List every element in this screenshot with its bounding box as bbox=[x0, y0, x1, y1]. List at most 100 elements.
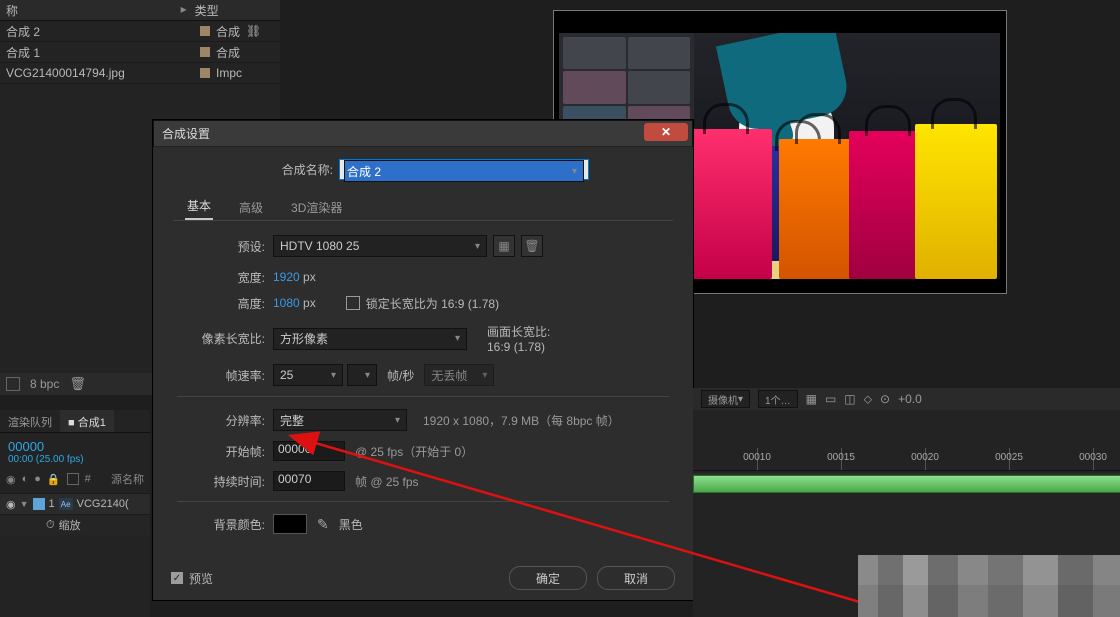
resolution-info: 1920 x 1080，7.9 MB（每 8bpc 帧） bbox=[423, 412, 620, 429]
view-count-select[interactable]: 1个… bbox=[758, 390, 798, 408]
bgcolor-swatch[interactable] bbox=[273, 514, 307, 534]
project-col-name[interactable]: 称 bbox=[0, 2, 177, 19]
property-name: 缩放 bbox=[59, 517, 81, 533]
tab-render-queue[interactable]: 渲染队列 bbox=[0, 410, 60, 432]
source-name-header[interactable]: 源名称 bbox=[111, 471, 144, 487]
preset-select[interactable]: HDTV 1080 25 bbox=[273, 235, 487, 257]
ok-button[interactable]: 确定 bbox=[509, 566, 587, 590]
label-swatch bbox=[200, 47, 210, 57]
par-label: 像素长宽比: bbox=[177, 330, 265, 347]
interpret-footage-icon[interactable] bbox=[6, 377, 20, 391]
eye-icon[interactable]: ◉ bbox=[6, 473, 16, 486]
project-item-name: 合成 1 bbox=[0, 44, 186, 61]
hash-icon: # bbox=[85, 473, 91, 485]
frame-aspect-value: 16:9 (1.78) bbox=[487, 340, 550, 354]
ruler-tick: 00015 bbox=[827, 452, 855, 463]
fps-dropdown-icon[interactable] bbox=[347, 364, 377, 386]
duration-input[interactable]: 00070 bbox=[273, 471, 345, 491]
tab-basic[interactable]: 基本 bbox=[185, 193, 213, 220]
grid-icon[interactable]: ▦ bbox=[806, 392, 817, 406]
audio-icon[interactable]: ◐ bbox=[22, 473, 29, 485]
property-row[interactable]: ⏱ 缩放 bbox=[0, 514, 150, 535]
active-camera-select[interactable]: 摄像机 ▾ bbox=[701, 390, 750, 408]
close-icon[interactable]: ✕ bbox=[644, 123, 688, 141]
save-preset-icon[interactable]: ▦ bbox=[493, 235, 515, 257]
region-icon[interactable]: ▭ bbox=[825, 392, 836, 406]
ruler-tick: 00030 bbox=[1079, 452, 1107, 463]
label-icon[interactable] bbox=[67, 473, 79, 485]
exposure-icon[interactable]: ⊙ bbox=[880, 392, 890, 406]
ruler-tick: 00025 bbox=[995, 452, 1023, 463]
composition-settings-dialog: 合成设置 ✕ 合成名称: 合成 2 基本 高级 3D渲染器 预设: HDTV 1… bbox=[153, 120, 693, 600]
lock-icon[interactable]: 🔒 bbox=[47, 473, 61, 486]
fps-unit: 帧/秒 bbox=[387, 367, 414, 384]
censored-region bbox=[858, 555, 1120, 617]
project-item-name: 合成 2 bbox=[0, 23, 186, 40]
current-time-sub: 00:00 (25.00 fps) bbox=[0, 454, 150, 465]
layer-track[interactable] bbox=[693, 473, 1120, 493]
height-unit: px bbox=[303, 296, 316, 310]
par-select[interactable]: 方形像素 bbox=[273, 328, 467, 350]
trash-icon[interactable]: 🗑 bbox=[69, 376, 86, 392]
project-item-name: VCG21400014794.jpg bbox=[0, 66, 186, 80]
tab-advanced[interactable]: 高级 bbox=[237, 195, 265, 220]
delete-preset-icon[interactable]: 🗑 bbox=[521, 235, 543, 257]
layer-row[interactable]: ◉ ▼ 1 Ae VCG2140( bbox=[0, 493, 150, 514]
solo-icon[interactable]: ● bbox=[34, 473, 41, 485]
time-ruler[interactable]: 00010 00015 00020 00025 00030 bbox=[693, 448, 1120, 471]
project-row[interactable]: 合成 2 合成 ⛓ bbox=[0, 21, 280, 42]
start-frame-label: 开始帧: bbox=[177, 443, 265, 460]
stopwatch-icon[interactable]: ⏱ bbox=[46, 519, 55, 532]
layer-clip[interactable] bbox=[693, 475, 1120, 493]
start-frame-info: @ 25 fps（开始于 0） bbox=[355, 443, 473, 460]
preset-label: 预设: bbox=[177, 238, 265, 255]
project-row[interactable]: 合成 1 合成 bbox=[0, 42, 280, 63]
lock-aspect-checkbox[interactable] bbox=[346, 296, 360, 310]
dialog-titlebar[interactable]: 合成设置 ✕ bbox=[153, 120, 693, 147]
3d-icon[interactable]: ⬦ bbox=[864, 392, 872, 407]
width-unit: px bbox=[303, 270, 316, 284]
project-item-type: 合成 bbox=[216, 44, 240, 61]
resolution-select[interactable]: 完整 bbox=[273, 409, 407, 431]
bgcolor-label: 背景颜色: bbox=[177, 516, 265, 533]
duration-label: 持续时间: bbox=[177, 473, 265, 490]
duration-info: 帧 @ 25 fps bbox=[355, 473, 419, 490]
dropframe-select: 无丢帧 bbox=[424, 364, 494, 386]
current-time[interactable]: 00000 bbox=[0, 433, 150, 454]
project-item-type: Impc bbox=[216, 66, 242, 80]
divider bbox=[177, 396, 669, 397]
comp-icon: ⛓ bbox=[246, 24, 261, 38]
ruler-tick: 00010 bbox=[743, 452, 771, 463]
fps-label: 帧速率: bbox=[177, 367, 265, 384]
bgcolor-name: 黑色 bbox=[339, 516, 363, 533]
preview-checkbox[interactable]: ✓ bbox=[171, 572, 183, 584]
label-swatch bbox=[200, 68, 210, 78]
project-item-type: 合成 bbox=[216, 23, 240, 40]
eye-icon[interactable]: ◉ bbox=[6, 498, 16, 511]
start-frame-input[interactable]: 00000 bbox=[273, 441, 345, 461]
layer-name: VCG2140( bbox=[77, 498, 129, 510]
comp-name-value: 合成 2 bbox=[344, 160, 584, 182]
height-label: 高度: bbox=[177, 295, 265, 312]
height-value[interactable]: 1080 bbox=[273, 296, 300, 310]
label-swatch[interactable] bbox=[33, 498, 45, 510]
fps-select[interactable]: 25 bbox=[273, 364, 343, 386]
eyedropper-icon[interactable]: ✎ bbox=[317, 516, 329, 533]
width-value[interactable]: 1920 bbox=[273, 270, 300, 284]
cancel-button[interactable]: 取消 bbox=[597, 566, 675, 590]
comp-name-label: 合成名称: bbox=[173, 161, 333, 178]
project-header: 称 类型 bbox=[0, 0, 280, 21]
project-col-type[interactable]: 类型 bbox=[177, 2, 280, 19]
tab-comp1[interactable]: ■ 合成1 bbox=[60, 410, 114, 432]
ruler-tick: 00020 bbox=[911, 452, 939, 463]
project-row[interactable]: VCG21400014794.jpg Impc bbox=[0, 63, 280, 84]
footage-icon: Ae bbox=[59, 498, 73, 510]
mask-icon[interactable]: ◫ bbox=[844, 392, 855, 406]
comp-name-input[interactable]: 合成 2 bbox=[339, 159, 589, 180]
bpc-button[interactable]: 8 bpc bbox=[30, 377, 59, 391]
tab-3d-renderer[interactable]: 3D渲染器 bbox=[289, 195, 344, 220]
resolution-label: 分辨率: bbox=[177, 412, 265, 429]
twirl-icon[interactable]: ▼ bbox=[20, 499, 29, 509]
viewer-toolbar: 摄像机 ▾ 1个… ▦ ▭ ◫ ⬦ ⊙ +0.0 bbox=[693, 388, 1120, 410]
exposure-value[interactable]: +0.0 bbox=[898, 392, 922, 406]
